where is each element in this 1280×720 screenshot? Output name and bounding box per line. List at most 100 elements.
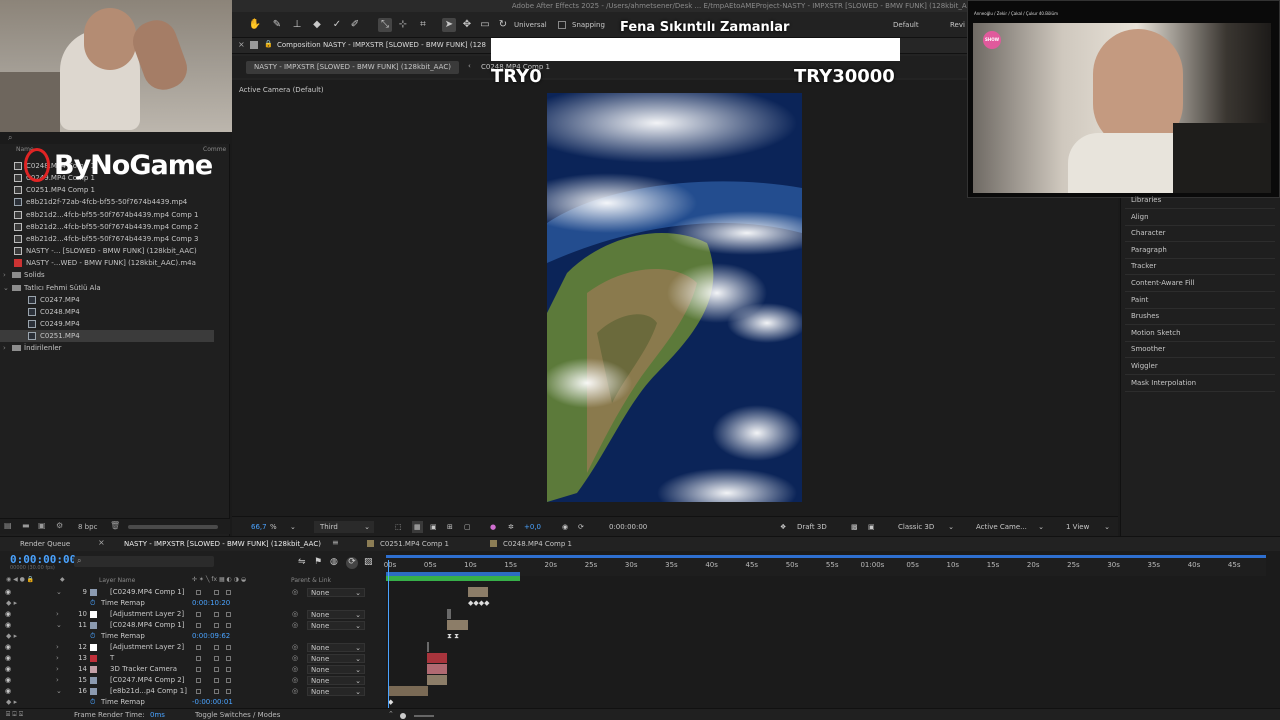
- layer-name[interactable]: [C0248.MP4 Comp 1]: [110, 620, 184, 631]
- layer-switch[interactable]: [214, 667, 219, 672]
- zoom-slider[interactable]: [400, 713, 406, 719]
- thumbnail-slider[interactable]: [128, 525, 218, 529]
- layer-switch[interactable]: [196, 689, 201, 694]
- eye-icon[interactable]: ◉: [5, 686, 11, 697]
- layer-duration-bar[interactable]: [468, 587, 488, 597]
- tab-render-queue[interactable]: Render Queue: [14, 538, 76, 550]
- workspace-review[interactable]: Revi: [950, 19, 965, 31]
- layer-color-label[interactable]: [90, 688, 97, 695]
- parent-select[interactable]: None ⌄: [307, 654, 365, 663]
- layer-name[interactable]: [Adjustment Layer 2]: [110, 642, 184, 653]
- toggle-switches-modes[interactable]: Toggle Switches / Modes: [195, 711, 280, 719]
- parent-select[interactable]: None ⌄: [307, 676, 365, 685]
- tab-nasty-comp[interactable]: NASTY - IMPXSTR [SLOWED - BMW FUNK] (128…: [118, 538, 327, 550]
- pickwhip-icon[interactable]: ◎: [292, 620, 298, 631]
- layer-switch[interactable]: [226, 689, 231, 694]
- chevron-right-icon[interactable]: ›: [3, 269, 6, 281]
- viewer-timecode[interactable]: 0:00:00:00: [609, 521, 647, 533]
- panel-item[interactable]: Wiggler: [1131, 358, 1158, 374]
- expand-icon[interactable]: ›: [56, 664, 59, 675]
- eye-icon[interactable]: ◉: [5, 609, 11, 620]
- mask-visibility-icon[interactable]: ▣: [430, 521, 437, 533]
- world-axis-icon[interactable]: ⊹: [396, 18, 410, 32]
- layer-switch[interactable]: [214, 678, 219, 683]
- panel-item[interactable]: Tracker: [1131, 258, 1156, 274]
- layer-switch[interactable]: [196, 656, 201, 661]
- layer-switch[interactable]: [196, 612, 201, 617]
- eye-icon[interactable]: ◉: [5, 675, 11, 686]
- layer-switch[interactable]: [196, 645, 201, 650]
- snapping-label[interactable]: Snapping: [572, 19, 605, 31]
- roto-brush-icon[interactable]: ✓: [330, 18, 344, 32]
- project-search[interactable]: ⌕: [0, 132, 230, 144]
- work-area-range[interactable]: [386, 572, 520, 576]
- zoom-slider-track[interactable]: [414, 715, 434, 717]
- stopwatch-icon[interactable]: ⏱: [90, 631, 95, 642]
- trash-icon[interactable]: 🗑: [110, 521, 120, 530]
- property-value[interactable]: 0:00:10:20: [192, 598, 230, 609]
- layer-switch[interactable]: [226, 623, 231, 628]
- parent-select[interactable]: None ⌄: [307, 665, 365, 674]
- layer-name[interactable]: [Adjustment Layer 2]: [110, 609, 184, 620]
- show-snapshot-icon[interactable]: ⟳: [578, 521, 584, 533]
- motion-blur-icon[interactable]: ◍: [330, 557, 338, 567]
- camera-select[interactable]: Active Came... ⌄: [970, 521, 1044, 533]
- property-row[interactable]: ◆ ▸ ⏱ Time Remap 0:00:10:20: [0, 598, 385, 609]
- new-folder-icon[interactable]: ▬: [22, 521, 30, 530]
- eye-icon[interactable]: ◉: [5, 587, 11, 598]
- layer-switch[interactable]: [226, 590, 231, 595]
- layer-switch[interactable]: [196, 623, 201, 628]
- layer-switch[interactable]: [226, 612, 231, 617]
- layer-switch[interactable]: [214, 623, 219, 628]
- zoom-value[interactable]: 66,7: [251, 521, 267, 533]
- menu-icon[interactable]: ≡: [332, 538, 339, 547]
- stopwatch-icon[interactable]: ⏱: [90, 697, 95, 708]
- eye-icon[interactable]: ◉: [5, 620, 11, 631]
- project-item[interactable]: NASTY -...WED - BMW FUNK] (128kbit_AAC).…: [0, 257, 230, 269]
- panel-item[interactable]: Brushes: [1131, 308, 1159, 324]
- extended-viewer-icon[interactable]: ▣: [868, 521, 875, 533]
- lock-icon[interactable]: 🔒: [264, 40, 273, 48]
- expand-icon[interactable]: ⌄: [56, 587, 62, 598]
- chevron-left-icon[interactable]: ‹: [468, 62, 471, 70]
- close-icon[interactable]: ×: [98, 538, 105, 547]
- new-comp-icon[interactable]: ▣: [38, 521, 46, 530]
- draft-3d-label[interactable]: Draft 3D: [797, 521, 827, 533]
- close-icon[interactable]: ×: [238, 40, 245, 49]
- reset-exposure-icon[interactable]: ✲: [508, 521, 514, 533]
- layer-switch[interactable]: [226, 645, 231, 650]
- layer-duration-bar[interactable]: [447, 620, 468, 630]
- interpret-footage-icon[interactable]: ▤: [4, 521, 12, 530]
- parent-select[interactable]: None ⌄: [307, 643, 365, 652]
- ground-plane-icon[interactable]: ▩: [851, 521, 858, 533]
- stopwatch-icon[interactable]: ⏱: [90, 598, 95, 609]
- expand-icon[interactable]: ›: [56, 653, 59, 664]
- panel-item[interactable]: Paint: [1131, 292, 1148, 308]
- layer-color-label[interactable]: [90, 611, 97, 618]
- layer-color-label[interactable]: [90, 655, 97, 662]
- expand-icon[interactable]: ⌄: [56, 686, 62, 697]
- layer-name[interactable]: T: [110, 653, 114, 664]
- layer-duration-bar[interactable]: [388, 686, 428, 696]
- pickwhip-icon[interactable]: ◎: [292, 675, 298, 686]
- project-item[interactable]: e8b21d2...4fcb-bf55-50f7674b4439.mp4 Com…: [0, 209, 230, 221]
- pickwhip-icon[interactable]: ◎: [292, 587, 298, 598]
- layer-switch[interactable]: [196, 678, 201, 683]
- draft-3d-icon[interactable]: ❖: [780, 521, 786, 533]
- layer-switch[interactable]: [226, 667, 231, 672]
- parent-select[interactable]: None ⌄: [307, 687, 365, 696]
- expand-icon[interactable]: ›: [56, 642, 59, 653]
- chevron-down-icon[interactable]: ⌄: [290, 521, 296, 533]
- panel-menu-icon[interactable]: [250, 41, 258, 49]
- graph-editor-icon[interactable]: ⟳: [346, 557, 358, 569]
- panel-item[interactable]: Smoother: [1131, 341, 1165, 357]
- solo-graph-icon[interactable]: ▨: [364, 557, 373, 567]
- layer-row[interactable]: ◉ › 13 T ◎ None ⌄: [0, 653, 385, 664]
- project-item[interactable]: e8b21d2f-72ab-4fcb-bf55-50f7674b4439.mp4: [0, 196, 230, 208]
- exposure-value[interactable]: +0,0: [524, 521, 541, 533]
- expand-icon[interactable]: ›: [56, 675, 59, 686]
- layer-color-label[interactable]: [90, 666, 97, 673]
- shy-layers-icon[interactable]: ⇋: [298, 557, 306, 567]
- layer-switch[interactable]: [196, 667, 201, 672]
- layer-switch[interactable]: [196, 590, 201, 595]
